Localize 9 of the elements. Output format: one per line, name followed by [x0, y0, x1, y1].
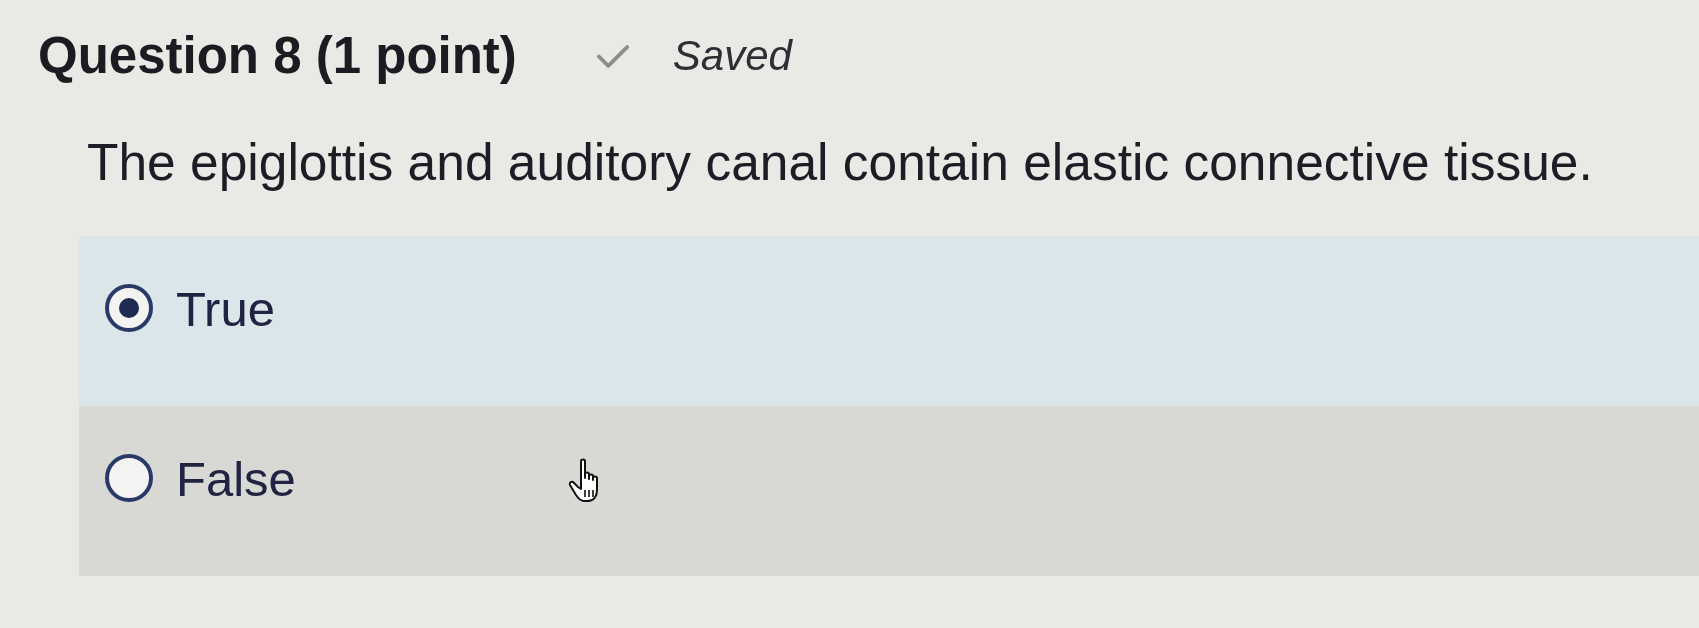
option-label: True	[176, 282, 275, 336]
option-label: False	[176, 452, 296, 506]
radio-button[interactable]	[103, 282, 155, 334]
radio-button[interactable]	[103, 452, 155, 504]
question-prompt: The epiglottis and auditory canal contain elastic connective tissue.	[87, 132, 1594, 192]
question-title: Question 8 (1 point)	[38, 26, 517, 86]
answer-option[interactable]: False	[79, 406, 1699, 576]
answer-option[interactable]: True	[79, 236, 1699, 406]
save-status: Saved	[672, 31, 792, 81]
